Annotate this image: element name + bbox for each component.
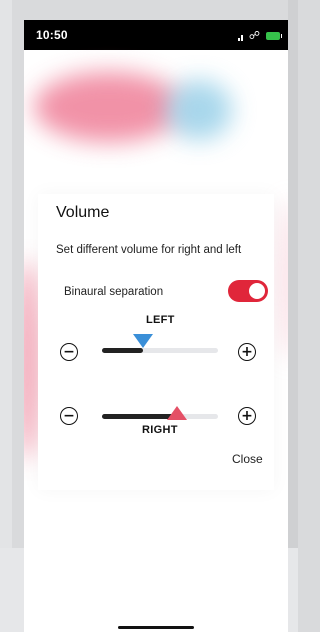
dialog-description: Set different volume for right and left	[56, 244, 242, 256]
binaural-separation-toggle[interactable]	[228, 280, 268, 302]
status-bar: 10:50 ☍	[24, 20, 288, 50]
battery-icon	[266, 31, 282, 40]
right-volume-slider[interactable]	[102, 406, 218, 420]
blurred-background-shape	[34, 72, 184, 142]
minus-icon: −	[63, 408, 75, 424]
dialog-title: Volume	[56, 204, 110, 221]
right-volume-down-button[interactable]: −	[60, 407, 78, 425]
close-button[interactable]: Close	[232, 452, 263, 466]
left-volume-fill	[102, 348, 143, 353]
toggle-knob	[249, 283, 265, 299]
home-indicator	[118, 626, 194, 629]
status-time: 10:50	[36, 28, 68, 42]
binaural-separation-label: Binaural separation	[64, 286, 164, 298]
left-volume-down-button[interactable]: −	[60, 343, 78, 361]
phone-screen: 10:50 ☍ Volume Set different volume for …	[24, 20, 288, 632]
signal-icon	[237, 31, 243, 41]
plus-icon: +	[241, 408, 253, 424]
left-volume-slider[interactable]	[102, 334, 218, 353]
minus-icon: −	[63, 344, 75, 360]
blurred-background-shape	[280, 200, 288, 360]
status-icons: ☍	[237, 29, 282, 42]
left-channel-label: LEFT	[146, 314, 175, 326]
right-channel-label: RIGHT	[142, 424, 178, 436]
right-volume-thumb[interactable]	[167, 406, 188, 420]
volume-dialog: Volume Set different volume for right an…	[38, 194, 274, 490]
blurred-background-shape	[166, 80, 232, 140]
left-volume-up-button[interactable]: +	[238, 343, 256, 361]
right-volume-fill	[102, 414, 178, 419]
plus-icon: +	[241, 344, 253, 360]
background-left	[0, 0, 12, 632]
background-right	[288, 0, 298, 632]
link-icon: ☍	[248, 30, 260, 42]
right-volume-up-button[interactable]: +	[238, 407, 256, 425]
left-volume-thumb[interactable]	[132, 334, 153, 348]
